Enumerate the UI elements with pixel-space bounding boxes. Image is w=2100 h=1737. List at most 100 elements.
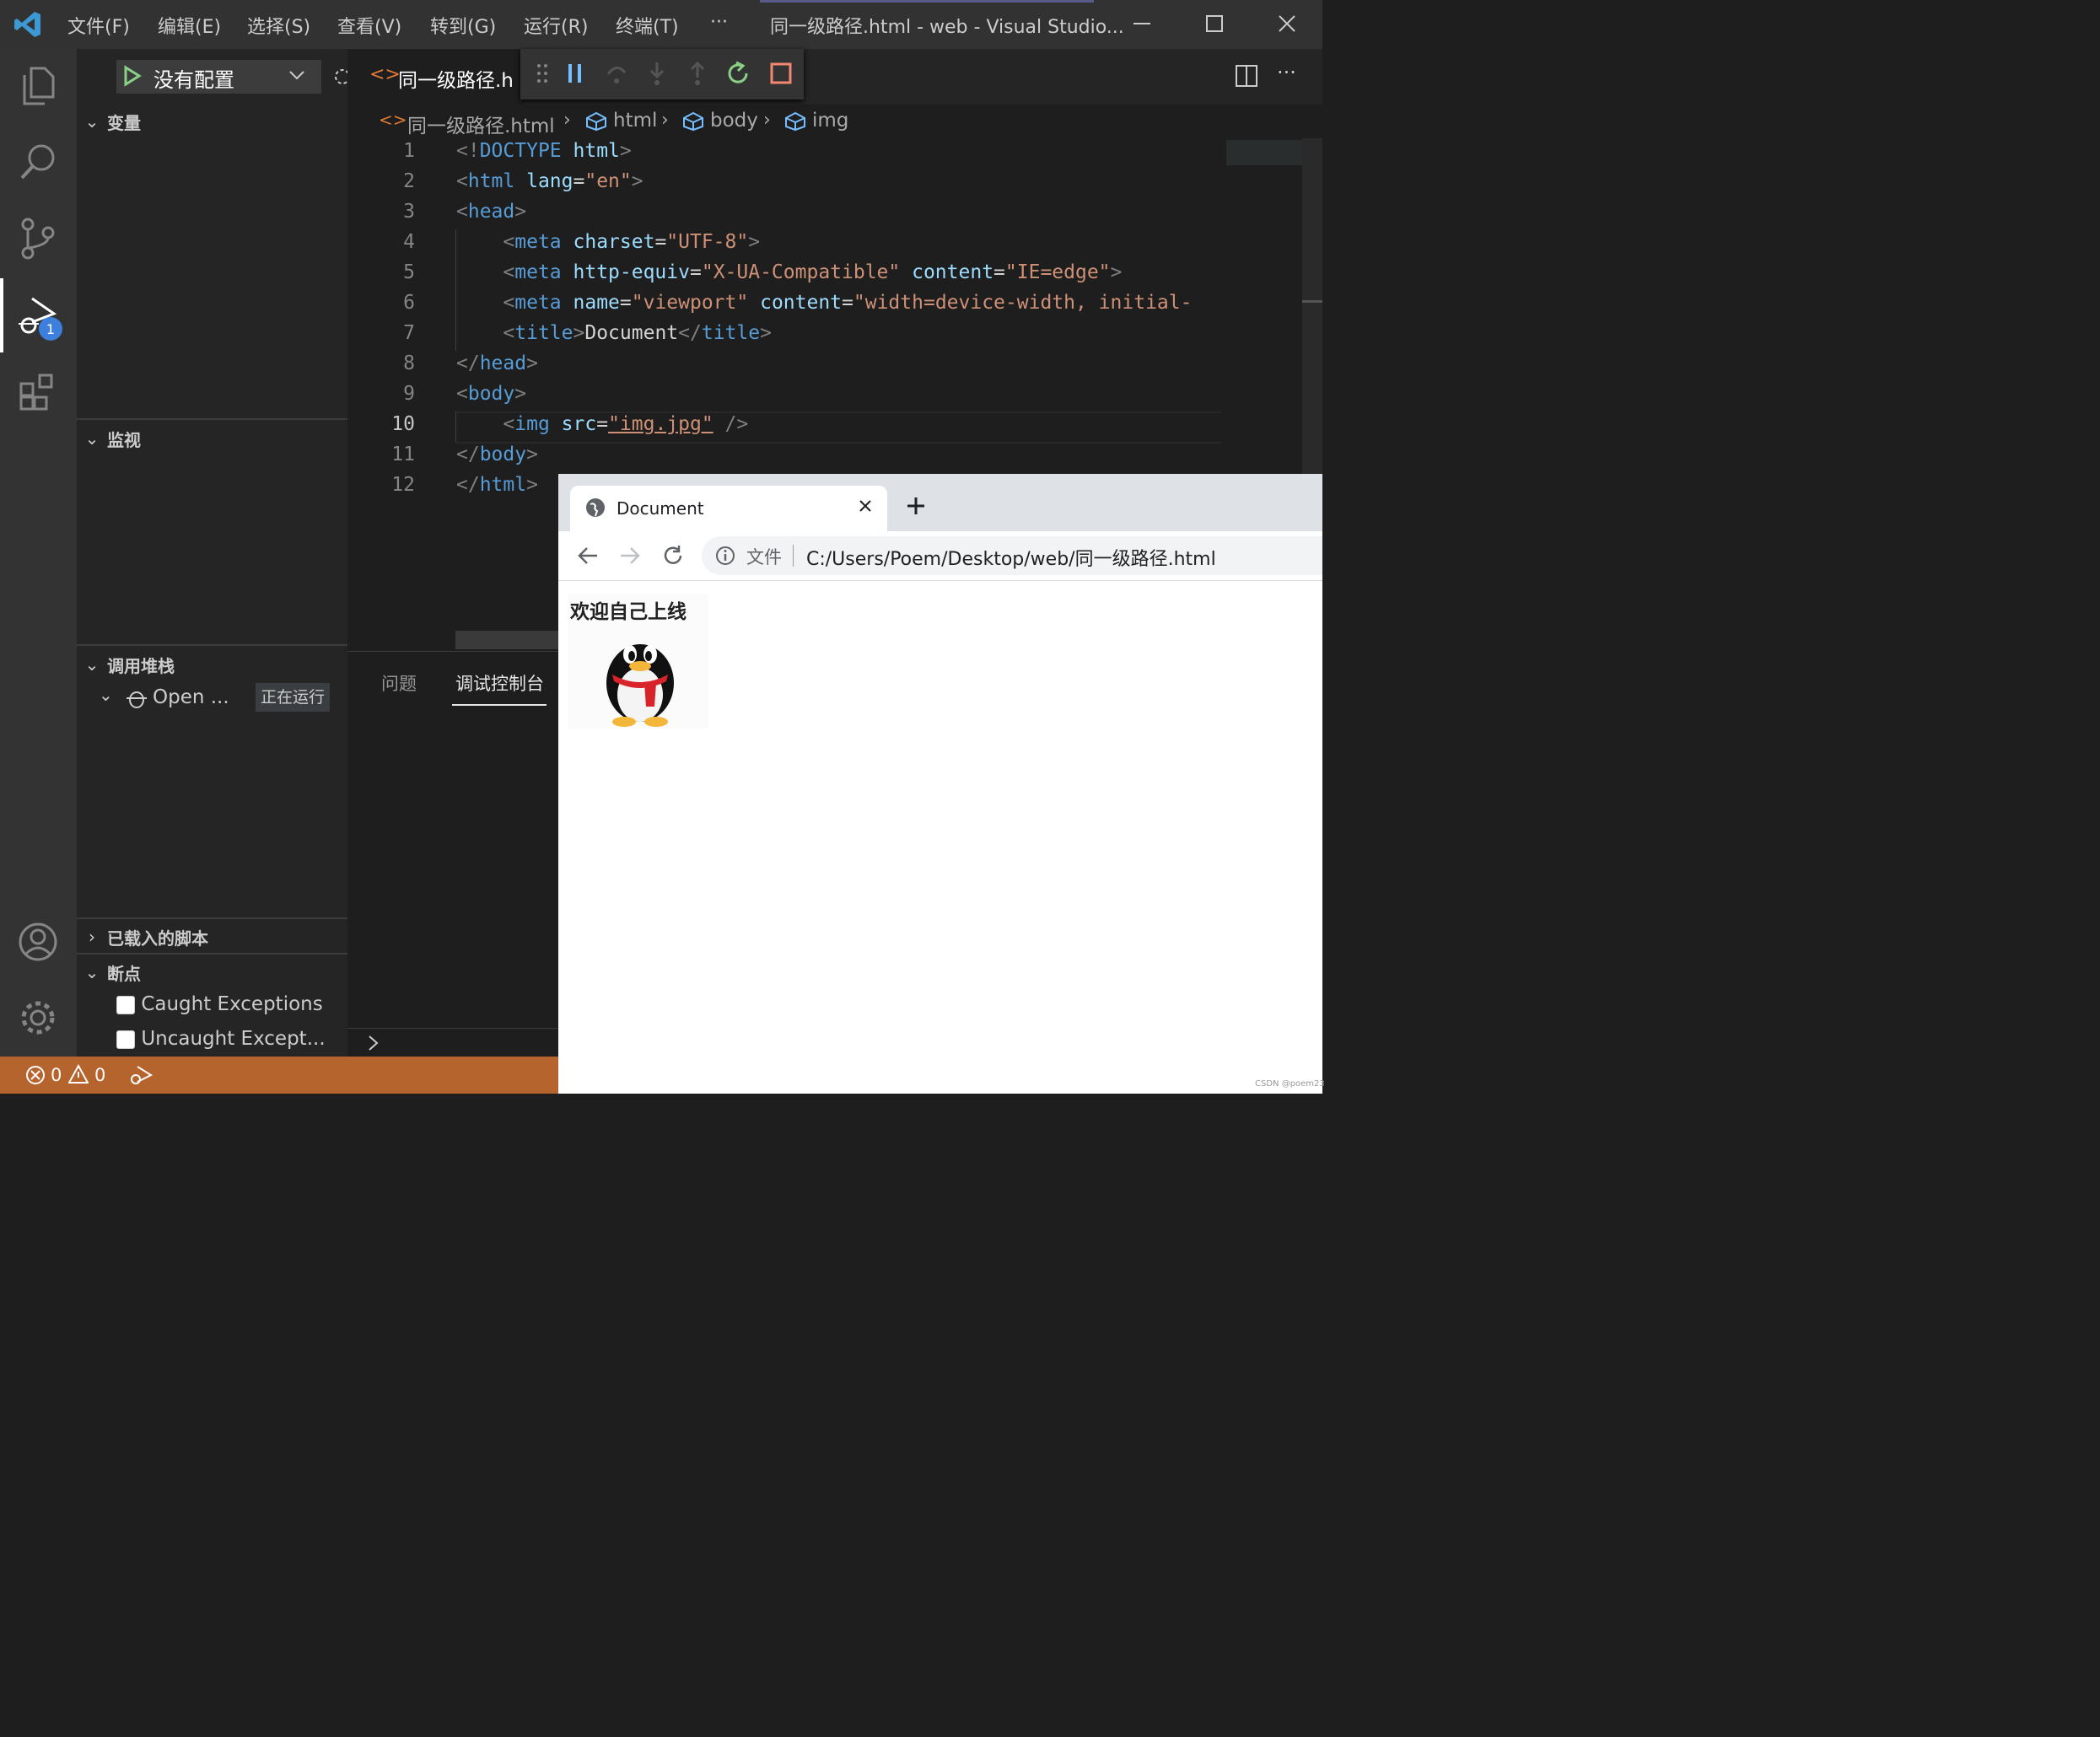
source-control-icon[interactable] <box>15 216 61 261</box>
stop-icon[interactable] <box>770 62 792 88</box>
image-caption: 欢迎自己上线 <box>570 601 687 623</box>
debug-toolbar <box>520 49 804 99</box>
globe-icon <box>585 497 606 521</box>
section-watch[interactable]: ⌄ 监视 <box>77 422 347 455</box>
menu-more[interactable]: ··· <box>710 12 728 33</box>
code-line[interactable]: <meta charset="UTF-8"> <box>456 231 760 261</box>
panel: 问题 调试控制台 <box>347 651 558 1057</box>
chevron-down-icon: ⌄ <box>84 428 100 449</box>
more-actions-icon[interactable]: ··· <box>1277 61 1296 84</box>
line-number: 2 <box>403 170 415 192</box>
code-line[interactable]: <body> <box>456 383 526 413</box>
horizontal-scrollbar[interactable] <box>455 631 558 649</box>
browser-tab[interactable]: Document <box>570 486 887 531</box>
menu-edit[interactable]: 编辑(E) <box>158 12 221 39</box>
line-number: 1 <box>403 140 415 162</box>
code-line[interactable]: <meta http-equiv="X-UA-Compatible" conte… <box>456 261 1122 292</box>
maximize-icon[interactable] <box>1198 7 1231 40</box>
code-line[interactable]: <html lang="en"> <box>456 170 643 201</box>
menu-go[interactable]: 转到(G) <box>430 12 496 39</box>
menu-file[interactable]: 文件(F) <box>67 12 130 39</box>
section-callstack-label: 调用堆栈 <box>107 655 175 676</box>
tab-debug-console[interactable]: 调试控制台 <box>455 670 544 696</box>
address-bar[interactable]: 文件 C:/Users/Poem/Desktop/web/同一级路径.html <box>702 536 1322 575</box>
html-file-icon: <> <box>369 64 401 85</box>
section-loaded-scripts[interactable]: › 已载入的脚本 <box>77 920 347 954</box>
minimap-slider[interactable] <box>1226 140 1302 165</box>
code-line[interactable]: </body> <box>456 444 538 474</box>
title-bar: 文件(F) 编辑(E) 选择(S) 查看(V) 转到(G) 运行(R) 终端(T… <box>0 0 1322 49</box>
section-variables[interactable]: ⌄ 变量 <box>77 105 347 138</box>
settings-gear-icon[interactable] <box>15 995 61 1041</box>
explorer-icon[interactable] <box>15 62 61 108</box>
section-breakpoints[interactable]: ⌄ 断点 <box>77 955 347 989</box>
pause-icon[interactable] <box>566 62 584 88</box>
back-arrow-icon[interactable] <box>577 545 599 570</box>
divider <box>793 545 794 567</box>
step-into-icon[interactable] <box>647 61 667 89</box>
menu-run[interactable]: 运行(R) <box>524 12 588 39</box>
scrollbar[interactable] <box>1302 138 1322 474</box>
extensions-icon[interactable] <box>15 369 61 415</box>
debug-status-icon[interactable] <box>129 1064 153 1089</box>
checkbox[interactable] <box>116 995 135 1014</box>
new-tab-icon[interactable] <box>906 496 926 519</box>
console-prompt-icon[interactable] <box>366 1033 381 1057</box>
breakpoint-uncaught[interactable]: Uncaught Except... <box>116 1028 326 1050</box>
split-editor-icon[interactable] <box>1235 64 1258 91</box>
line-number: 9 <box>403 383 415 405</box>
section-watch-label: 监视 <box>107 429 141 450</box>
step-out-icon[interactable] <box>687 61 708 89</box>
code-line[interactable]: <head> <box>456 201 526 231</box>
divider <box>77 418 347 420</box>
code-line[interactable]: <!DOCTYPE html> <box>456 140 632 170</box>
warning-icon[interactable] <box>67 1063 89 1088</box>
scrollbar-thumb[interactable] <box>1302 300 1322 303</box>
code-line[interactable]: </head> <box>456 352 538 383</box>
minimap[interactable] <box>1221 138 1302 474</box>
divider <box>77 917 347 919</box>
tab-problems[interactable]: 问题 <box>381 670 417 696</box>
code-line[interactable]: </html> <box>456 474 538 501</box>
reload-icon[interactable] <box>661 544 685 571</box>
code-line[interactable]: <img src="img.jpg" /> <box>456 413 748 444</box>
checkbox[interactable] <box>116 1030 135 1049</box>
breadcrumb-item[interactable]: img <box>812 110 848 132</box>
menu-terminal[interactable]: 终端(T) <box>616 12 679 39</box>
breadcrumb-item[interactable]: html <box>613 110 657 132</box>
account-icon[interactable] <box>15 919 61 965</box>
minimize-icon[interactable] <box>1125 7 1159 40</box>
drag-handle-icon[interactable] <box>536 62 549 88</box>
callstack-item[interactable]: ⌄ Open ... 正在运行 <box>77 683 347 713</box>
forward-arrow-icon[interactable] <box>619 545 641 570</box>
close-tab-icon[interactable] <box>857 497 874 518</box>
debug-settings-icon[interactable] <box>332 64 350 93</box>
section-callstack[interactable]: ⌄ 调用堆栈 <box>77 648 347 681</box>
search-icon[interactable] <box>15 138 61 184</box>
breadcrumb-item[interactable]: 同一级路径.html <box>407 110 555 138</box>
cube-icon <box>585 111 607 135</box>
callstack-item-label: Open ... <box>153 686 229 708</box>
url-text: C:/Users/Poem/Desktop/web/同一级路径.html <box>806 549 1216 570</box>
menu-view[interactable]: 查看(V) <box>337 12 401 39</box>
divider <box>77 644 347 646</box>
editor-tab[interactable]: <> 同一级路径.h <box>347 49 525 105</box>
start-debug-icon[interactable] <box>123 65 142 90</box>
step-over-icon[interactable] <box>605 61 628 89</box>
menu-selection[interactable]: 选择(S) <box>247 12 310 39</box>
browser-tab-strip: Document <box>558 474 1322 531</box>
close-window-icon[interactable] <box>1270 7 1304 40</box>
warning-count: 0 <box>94 1065 106 1085</box>
code-line[interactable]: <title>Document</title> <box>456 322 772 352</box>
callstack-status-badge: 正在运行 <box>256 683 331 712</box>
breakpoint-caught-label: Caught Exceptions <box>141 993 323 1015</box>
restart-icon[interactable] <box>726 61 751 89</box>
run-config-select[interactable]: 没有配置 <box>116 60 321 94</box>
section-loaded-scripts-label: 已载入的脚本 <box>107 928 208 949</box>
error-icon[interactable] <box>25 1065 46 1089</box>
code-editor[interactable]: 1 <!DOCTYPE html> 2 <html lang="en"> 3 <head>… <box>347 138 1221 501</box>
breakpoint-caught[interactable]: Caught Exceptions <box>116 993 323 1015</box>
code-line[interactable]: <meta name="viewport" content="width=dev… <box>456 292 1192 322</box>
breadcrumb-item[interactable]: body <box>710 110 758 132</box>
info-icon[interactable] <box>715 546 735 569</box>
